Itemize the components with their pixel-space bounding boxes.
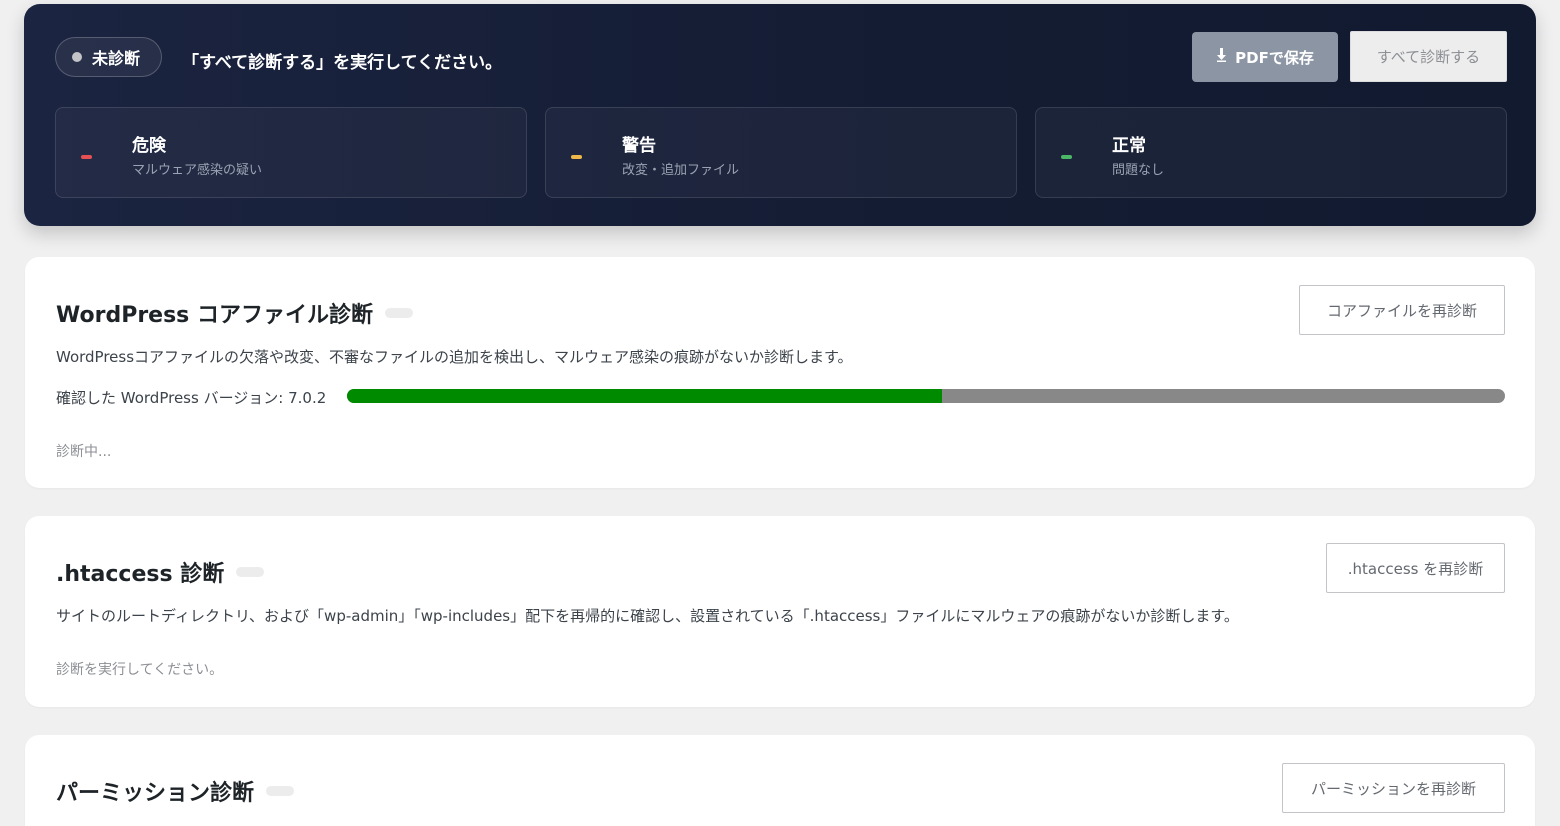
stat-warning: 警告 改変・追加ファイル xyxy=(545,107,1017,198)
htaccess-scan-title: .htaccess 診断 xyxy=(56,556,265,588)
htaccess-scan-status: 診断を実行してください。 xyxy=(56,662,224,678)
permission-scan-count-badge xyxy=(266,786,295,796)
core-version-label: 確認した WordPress バージョン: 7.0.2 xyxy=(56,389,327,407)
htaccess-rescan-button[interactable]: .htaccess を再診断 xyxy=(1326,543,1505,593)
stat-normal: 正常 問題なし xyxy=(1035,107,1507,198)
save-pdf-button[interactable]: PDFで保存 xyxy=(1192,32,1338,82)
status-label: 未診断 xyxy=(92,49,141,68)
core-scan-card: WordPress コアファイル診断 コアファイルを再診断 WordPressコ… xyxy=(25,257,1535,488)
core-scan-count-badge xyxy=(384,308,413,318)
stat-danger: 危険 マルウェア感染の疑い xyxy=(55,107,527,198)
save-pdf-label: PDFで保存 xyxy=(1235,48,1314,67)
core-scan-title: WordPress コアファイル診断 xyxy=(56,297,413,329)
stat-warning-subtitle: 改変・追加ファイル xyxy=(622,163,740,178)
permission-scan-title-text: パーミッション診断 xyxy=(56,781,255,806)
status-dot-icon xyxy=(72,52,82,62)
summary-message: 「すべて診断する」を実行してください。 xyxy=(182,53,503,73)
warning-indicator-icon xyxy=(571,155,582,159)
core-rescan-button[interactable]: コアファイルを再診断 xyxy=(1299,285,1505,335)
stat-warning-title: 警告 xyxy=(622,136,656,156)
stat-normal-title: 正常 xyxy=(1112,136,1146,156)
danger-indicator-icon xyxy=(81,155,92,159)
summary-panel: 未診断 「すべて診断する」を実行してください。 PDFで保存 すべて診断する 危… xyxy=(24,4,1536,226)
htaccess-scan-card: .htaccess 診断 .htaccess を再診断 サイトのルートディレクト… xyxy=(25,516,1535,707)
htaccess-scan-count-badge xyxy=(236,567,265,577)
core-scan-description: WordPressコアファイルの欠落や改変、不審なファイルの追加を検出し、マルウ… xyxy=(56,348,853,366)
normal-indicator-icon xyxy=(1061,155,1072,159)
core-progress-fill xyxy=(347,389,943,403)
permission-rescan-button[interactable]: パーミッションを再診断 xyxy=(1282,763,1505,813)
stat-normal-subtitle: 問題なし xyxy=(1112,163,1165,178)
download-icon xyxy=(1216,48,1227,66)
core-scan-status: 診断中... xyxy=(56,444,112,460)
run-all-button[interactable]: すべて診断する xyxy=(1350,31,1507,82)
htaccess-scan-title-text: .htaccess 診断 xyxy=(56,562,225,587)
core-progress-bar xyxy=(347,389,1505,403)
htaccess-scan-description: サイトのルートディレクトリ、および「wp-admin」「wp-includes」… xyxy=(56,607,1239,625)
stat-danger-subtitle: マルウェア感染の疑い xyxy=(132,163,263,178)
permission-scan-card: パーミッション診断 パーミッションを再診断 xyxy=(25,735,1535,826)
stat-danger-title: 危険 xyxy=(132,136,166,156)
permission-scan-title: パーミッション診断 xyxy=(56,775,295,807)
status-badge: 未診断 xyxy=(55,37,162,77)
core-scan-title-text: WordPress コアファイル診断 xyxy=(56,303,373,328)
